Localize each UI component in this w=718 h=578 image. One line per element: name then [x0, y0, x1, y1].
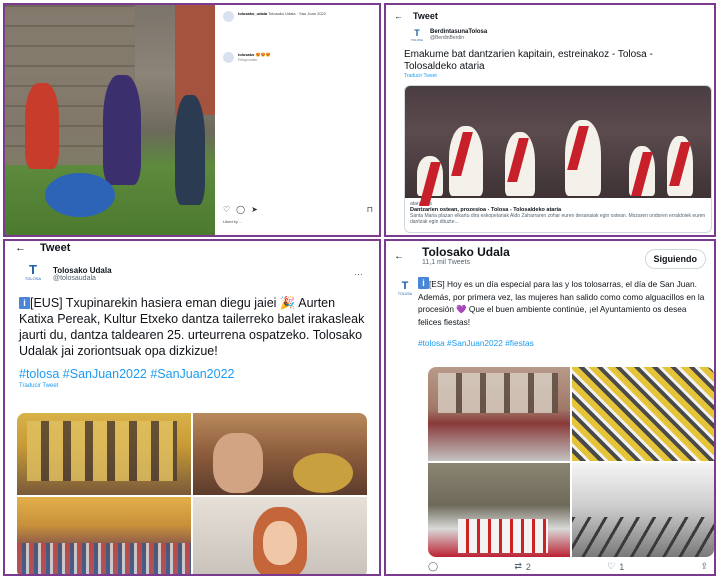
dancer: [417, 156, 443, 196]
tweet-es-panel: ← Tolosako Udala 11,1 mil Tweets Siguien…: [384, 239, 716, 576]
person-purple: [103, 75, 141, 185]
caption-row: tolosako_udala Tolosako Udala · San Joan…: [223, 11, 375, 22]
info-badge-icon: i: [19, 297, 30, 309]
more-options-icon[interactable]: ···: [354, 269, 363, 279]
photo-crowd-balcony[interactable]: [193, 413, 367, 495]
photo-procession-street[interactable]: [428, 463, 570, 557]
link-card[interactable]: ataria.eus Dantzarien ostean, prozesioa …: [404, 85, 712, 233]
tweet-text: Emakume bat dantzarien kapitain, estrein…: [404, 49, 653, 72]
comment-icon[interactable]: ◯: [236, 205, 245, 214]
account-handle: @BerdinBerdin: [430, 35, 464, 41]
photo-plaza-crowd[interactable]: [17, 496, 191, 574]
tweet-count: 11,1 mil Tweets: [422, 259, 470, 266]
header-title: Tweet: [40, 242, 71, 254]
tweet-text: i [EUS] Txupinarekin hasiera eman diegu j…: [5, 285, 379, 359]
share-icon[interactable]: ⇪: [700, 561, 708, 572]
bookmark-icon[interactable]: ⊓: [367, 205, 373, 214]
logo-letter: T: [414, 27, 420, 38]
likes-text: Liked by ...: [223, 219, 243, 224]
header-title: Tweet: [413, 11, 438, 21]
dancer: [629, 146, 655, 196]
tweet-body-row: T TOLOSA i [ES] Hoy es un día especial pa…: [386, 277, 714, 348]
following-button[interactable]: Siguiendo: [644, 249, 706, 269]
like-button[interactable]: ♡ 1: [607, 561, 624, 572]
dancer: [565, 120, 601, 196]
tweet-body: [EUS] Txupinarekin hasiera eman diegu ja…: [19, 296, 365, 358]
share-icon[interactable]: ➤: [251, 205, 258, 214]
logo-word: TOLOSA: [24, 276, 42, 281]
card-image: [405, 86, 711, 198]
back-arrow-icon[interactable]: ←: [394, 11, 403, 21]
heart-icon: ♡: [607, 561, 616, 571]
hashtags[interactable]: #tolosa #SanJuan2022 #fiestas: [418, 338, 706, 348]
info-badge-icon: i: [418, 277, 429, 289]
tweet-actions: ◯ ⇄ 2 ♡ 1 ⇪: [428, 561, 708, 572]
logo-letter: T: [29, 262, 37, 277]
tweet-account[interactable]: T TOLOSA BerdintasunaTolosa @BerdinBerdi…: [386, 23, 714, 43]
comment-row: tolosako 😍😍😍 Responder: [223, 52, 375, 63]
post-photo[interactable]: [5, 5, 215, 235]
logo-word: TOLOSA: [397, 292, 413, 296]
post-actions: ♡ ◯ ➤: [223, 205, 258, 214]
tweet-account[interactable]: T TOLOSA Tolosako Udala @tolosaudala ···: [5, 255, 379, 285]
blue-ball: [45, 173, 115, 217]
tweet-text: i [ES] Hoy es un día especial para las y …: [418, 277, 706, 328]
account-handle: @tolosaudala: [53, 275, 96, 282]
avatar[interactable]: [223, 52, 234, 63]
photo-balcony[interactable]: [428, 367, 570, 461]
avatar[interactable]: [223, 11, 234, 22]
translate-link[interactable]: Traducir Tweet: [5, 381, 379, 391]
photo-town-hall[interactable]: [17, 413, 191, 495]
dancer: [667, 136, 693, 196]
avatar[interactable]: T TOLOSA: [396, 281, 414, 348]
card-description: Santa Maria plazan elkartu dira eskopeta…: [410, 213, 706, 225]
caption-text: tolosako_udala Tolosako Udala · San Joan…: [238, 11, 326, 16]
tweet-header: ← Tweet: [5, 241, 379, 255]
photo-rifle-smoke[interactable]: [572, 463, 714, 557]
retweet-count: 2: [525, 561, 531, 572]
like-count: 1: [619, 561, 625, 572]
tweet-link-panel: ← Tweet T TOLOSA BerdintasunaTolosa @Ber…: [384, 3, 716, 237]
heart-icon[interactable]: ♡: [223, 205, 230, 214]
card-body: ataria.eus Dantzarien ostean, prozesioa …: [405, 198, 711, 228]
hashtags[interactable]: #tolosa #SanJuan2022 #SanJuan2022: [5, 359, 379, 381]
translate-link[interactable]: Traducir Tweet: [386, 73, 714, 79]
tweet-body: [ES] Hoy es un día especial para las y l…: [418, 279, 705, 327]
logo-letter: T: [401, 280, 409, 292]
instagram-post-panel: tolosako_udala Tolosako Udala · San Joan…: [3, 3, 381, 237]
photo-grid: [428, 367, 714, 557]
person-dark: [175, 95, 205, 205]
avatar[interactable]: T TOLOSA: [23, 263, 43, 285]
photo-dancers-yellow[interactable]: [572, 367, 714, 461]
logo-word: TOLOSA: [410, 37, 424, 42]
retweet-button[interactable]: ⇄ 2: [514, 561, 531, 572]
account-name[interactable]: Tolosako Udala: [53, 266, 112, 275]
comments-sidebar: tolosako_udala Tolosako Udala · San Joan…: [217, 5, 379, 235]
person-red-shirt: [25, 83, 59, 169]
photo-woman-portrait[interactable]: [193, 496, 367, 574]
reply-icon[interactable]: ◯: [428, 561, 438, 572]
tweet-header: ← Tweet: [386, 5, 714, 23]
comment-text: tolosako 😍😍😍 Responder: [238, 52, 271, 62]
photo-grid: [17, 413, 367, 574]
account-name[interactable]: Tolosako Udala: [422, 245, 510, 259]
dancer: [505, 132, 535, 196]
back-arrow-icon[interactable]: ←: [15, 242, 26, 254]
back-arrow-icon[interactable]: ←: [394, 251, 422, 262]
profile-header: ← Tolosako Udala 11,1 mil Tweets Siguien…: [386, 241, 714, 277]
avatar[interactable]: T TOLOSA: [410, 27, 424, 43]
dancer: [449, 126, 483, 196]
tweet-eus-panel: ← Tweet T TOLOSA Tolosako Udala @tolosau…: [3, 239, 381, 576]
retweet-icon: ⇄: [514, 561, 522, 571]
